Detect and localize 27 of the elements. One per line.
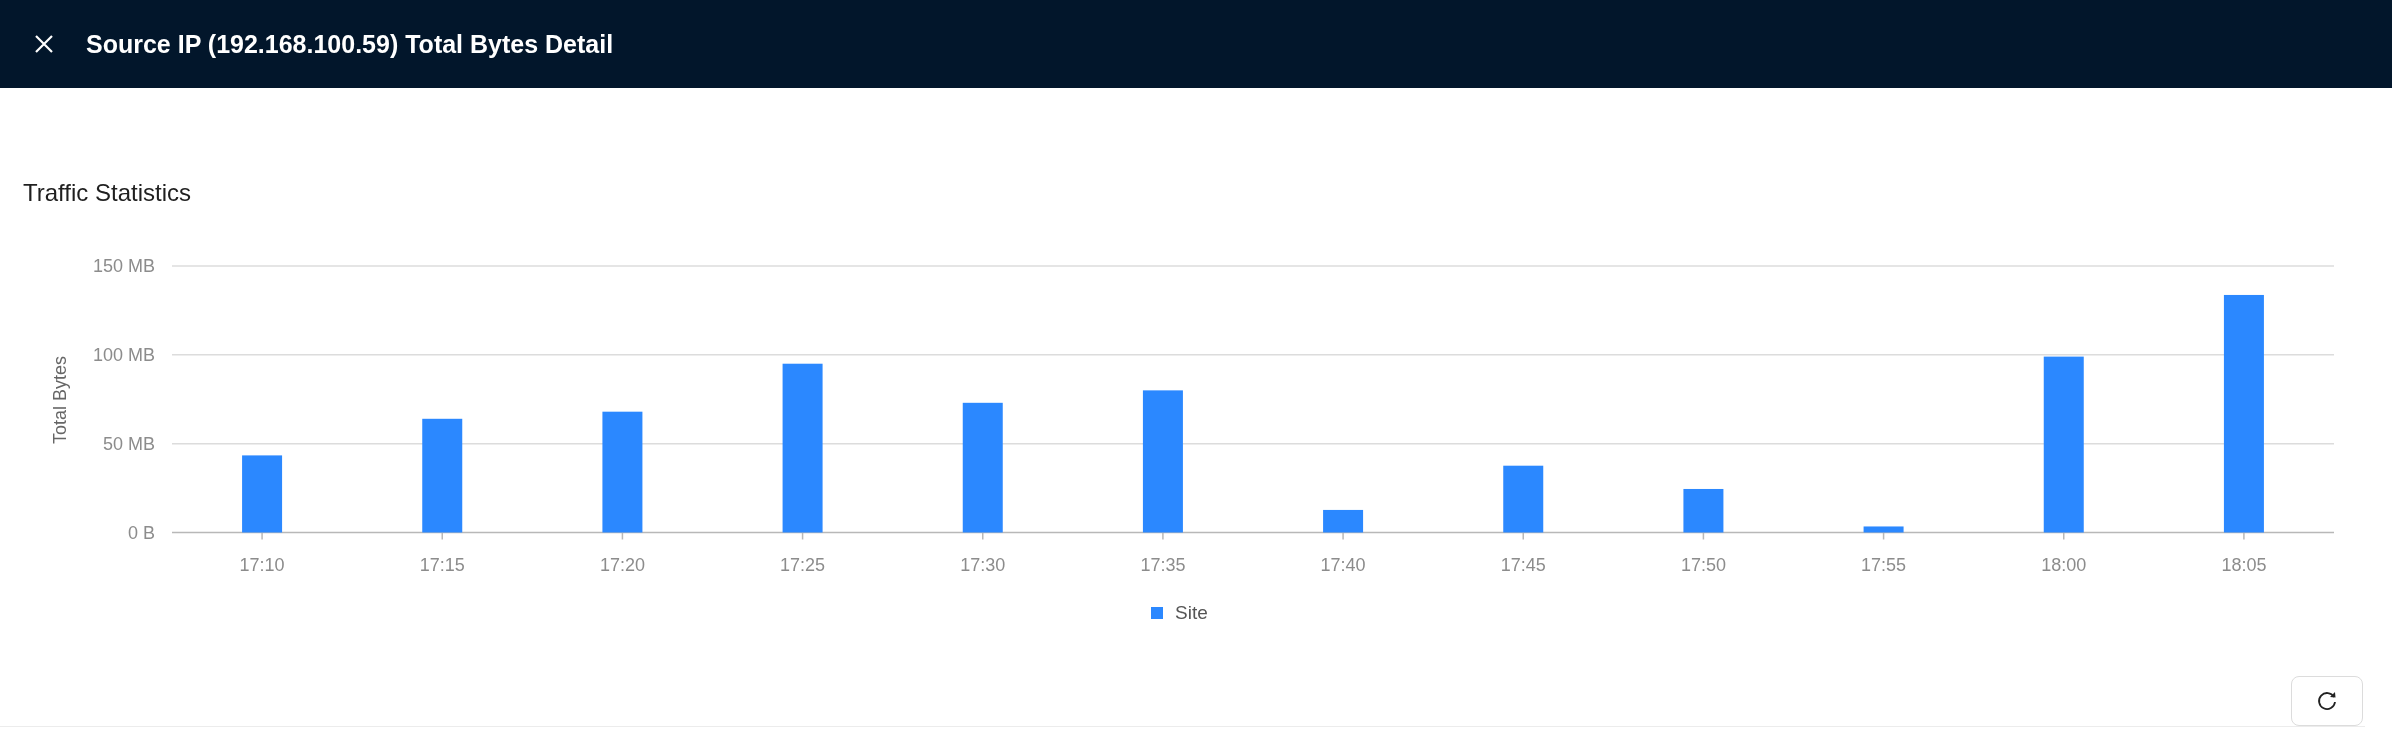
- close-icon: [33, 33, 55, 55]
- x-tick-label: 18:05: [2221, 555, 2267, 575]
- x-tick-label: 17:50: [1680, 555, 1726, 575]
- bar: [1503, 465, 1544, 533]
- dialog-title: Source IP (192.168.100.59) Total Bytes Detail: [86, 29, 614, 59]
- x-tick-label: 18:00: [2041, 555, 2087, 575]
- section-title: Traffic Statistics: [23, 178, 193, 208]
- refresh-button[interactable]: [2291, 676, 2363, 726]
- bar: [1323, 509, 1364, 533]
- bar: [1683, 488, 1724, 533]
- x-tick-label: 17:35: [1140, 555, 1186, 575]
- legend-label[interactable]: Site: [1175, 602, 1208, 623]
- y-tick-label: 100 MB: [92, 344, 155, 365]
- bar: [1863, 526, 1904, 533]
- x-tick-label: 17:20: [599, 555, 645, 575]
- y-axis-title: Total Bytes: [50, 356, 70, 444]
- x-tick-label: 17:45: [1500, 555, 1546, 575]
- x-tick-label: 17:40: [1320, 555, 1366, 575]
- y-tick-label: 0 B: [127, 522, 155, 543]
- x-tick-label: 17:30: [960, 555, 1006, 575]
- refresh-icon: [2316, 690, 2338, 712]
- x-tick-label: 17:10: [239, 555, 285, 575]
- x-tick-label: 17:15: [419, 555, 465, 575]
- x-tick-label: 17:25: [780, 555, 826, 575]
- y-tick-label: 150 MB: [92, 256, 155, 276]
- x-tick-label: 17:55: [1861, 555, 1907, 575]
- y-tick-label: 50 MB: [102, 433, 155, 454]
